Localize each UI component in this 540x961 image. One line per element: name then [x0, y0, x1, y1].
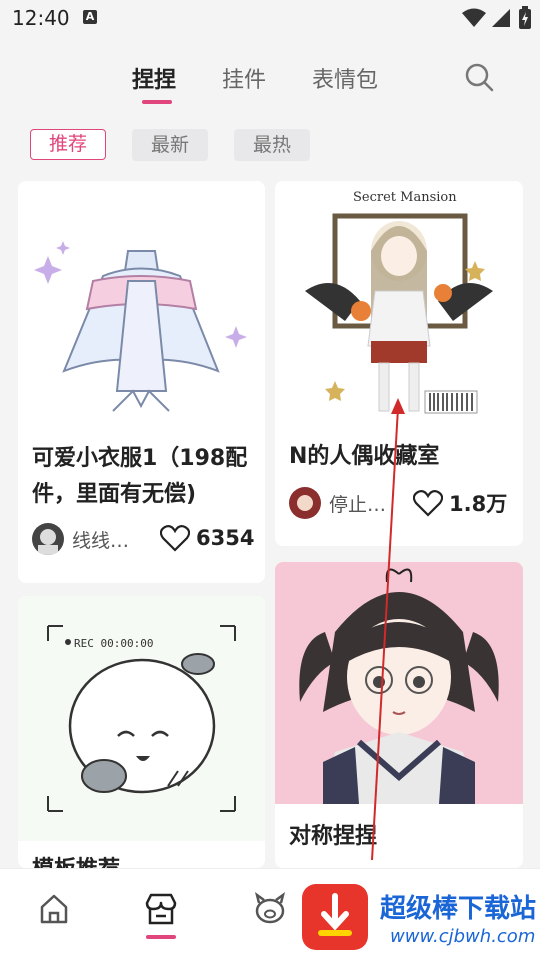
card-title: 可爱小衣服1（198配件，里面有无偿): [32, 446, 248, 507]
wifi-icon: [462, 8, 486, 27]
avatar: [289, 487, 321, 519]
pig-icon[interactable]: [250, 889, 290, 929]
watermark-text: 超级棒下载站: [380, 894, 537, 924]
tab-stickers[interactable]: 表情包: [312, 62, 378, 94]
work-card[interactable]: REC 00:00:00 模板推荐: [18, 596, 265, 868]
image-caption: REC 00:00:00: [74, 637, 153, 650]
image-caption: Secret Mansion: [353, 190, 457, 205]
likes[interactable]: 1.8万: [413, 488, 507, 518]
likes-count: 6354: [196, 526, 255, 550]
tab-pendant[interactable]: 挂件: [222, 62, 266, 94]
author-name: 停止…: [329, 493, 387, 516]
work-card[interactable]: 对称捏捏: [275, 562, 523, 868]
filter-hottest[interactable]: 最热: [234, 129, 310, 161]
store-icon[interactable]: [141, 889, 181, 929]
avatar: [32, 523, 64, 555]
tab-nienie[interactable]: 捏捏: [132, 62, 176, 94]
card-title: N的人偶收藏室: [289, 444, 440, 469]
watermark-logo-icon: [302, 884, 368, 950]
active-nav-indicator: [146, 935, 176, 939]
template-sketch-image: REC 00:00:00: [18, 596, 265, 841]
card-title: 模板推荐: [32, 852, 120, 868]
card-author[interactable]: 线线…: [32, 523, 129, 555]
symmetric-anime-girl-image: [275, 562, 523, 804]
filter-recommended[interactable]: 推荐: [30, 129, 106, 160]
battery-charging-icon: [519, 6, 531, 29]
heart-icon[interactable]: [160, 524, 190, 552]
likes[interactable]: 6354: [160, 524, 254, 552]
active-tab-indicator: [142, 100, 172, 104]
likes-count: 1.8万: [449, 492, 508, 516]
top-nav: 捏捏 挂件 表情包: [0, 40, 540, 115]
dress-image: [18, 181, 265, 421]
filter-latest[interactable]: 最新: [132, 129, 208, 161]
home-icon[interactable]: [34, 889, 74, 929]
notification-a-icon: A: [83, 10, 97, 24]
status-time: 12:40: [12, 6, 70, 30]
signal-icon: [492, 9, 510, 27]
author-name: 线线…: [72, 529, 130, 552]
status-bar: 12:40 A: [0, 0, 540, 40]
watermark: 超级棒下载站 www.cjbwh.com: [300, 880, 540, 960]
heart-icon[interactable]: [413, 489, 443, 517]
doll-image: Secret Mansion: [275, 181, 523, 429]
filter-chips: 推荐 最新 最热: [0, 129, 540, 163]
card-author[interactable]: 停止…: [289, 487, 386, 519]
card-title: 对称捏捏: [289, 824, 378, 849]
work-card[interactable]: 可爱小衣服1（198配件，里面有无偿) 线线… 6354: [18, 181, 265, 583]
work-card[interactable]: Secret Mansion N的人偶收藏室 停止… 1.8万: [275, 181, 523, 546]
watermark-url: www.cjbwh.com: [390, 926, 536, 947]
search-icon[interactable]: [464, 62, 494, 92]
